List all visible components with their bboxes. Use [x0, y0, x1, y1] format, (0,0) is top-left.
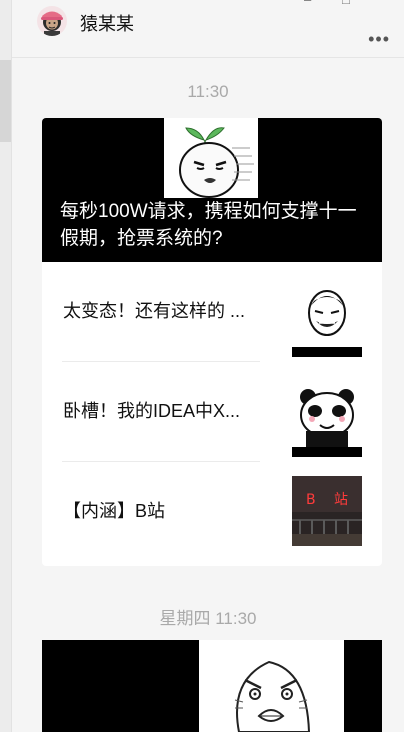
- article-card[interactable]: [42, 640, 382, 732]
- article-title: 卧槽！我的IDEA中X...: [63, 401, 241, 421]
- message-timestamp: 11:30: [187, 82, 229, 101]
- svg-text:站: 站: [334, 492, 348, 508]
- left-rail: [0, 0, 12, 732]
- article-thumbnail: [292, 287, 362, 357]
- list-item[interactable]: 太变态！还有这样的 ...: [42, 262, 382, 362]
- article-thumbnail: [292, 387, 362, 457]
- article-card[interactable]: 每秒100W请求，携程如何支撑十一假期，抢票系统的? 太变态！还有这样的 ...…: [42, 118, 382, 566]
- article-thumbnail: B 站: [292, 476, 362, 546]
- chat-header: 猿某某 ⌃ – □ •••: [12, 0, 404, 58]
- article-cover[interactable]: 每秒100W请求，携程如何支撑十一假期，抢票系统的?: [42, 118, 382, 262]
- more-dots-icon[interactable]: •••: [368, 30, 390, 48]
- maximize-button[interactable]: □: [342, 0, 350, 7]
- article-title: 太变态！还有这样的 ...: [63, 301, 246, 321]
- article-title: 【内涵】B站: [63, 501, 166, 521]
- avatar[interactable]: [37, 6, 67, 36]
- pin-window-button[interactable]: ⌃: [260, 0, 271, 8]
- svg-text:B: B: [306, 492, 316, 508]
- list-item[interactable]: 卧槽！我的IDEA中X...: [42, 362, 382, 462]
- minimize-button[interactable]: –: [304, 0, 311, 7]
- article-cover-title: 每秒100W请求，携程如何支撑十一假期，抢票系统的?: [60, 201, 357, 249]
- message-timestamp: 星期四 11:30: [159, 609, 257, 628]
- cover-image: [164, 118, 258, 198]
- scrollbar-thumb[interactable]: [0, 60, 11, 142]
- cover-image: [199, 640, 344, 732]
- list-item[interactable]: 【内涵】B站 B 站: [42, 462, 382, 566]
- contact-name: 猿某某: [80, 14, 134, 34]
